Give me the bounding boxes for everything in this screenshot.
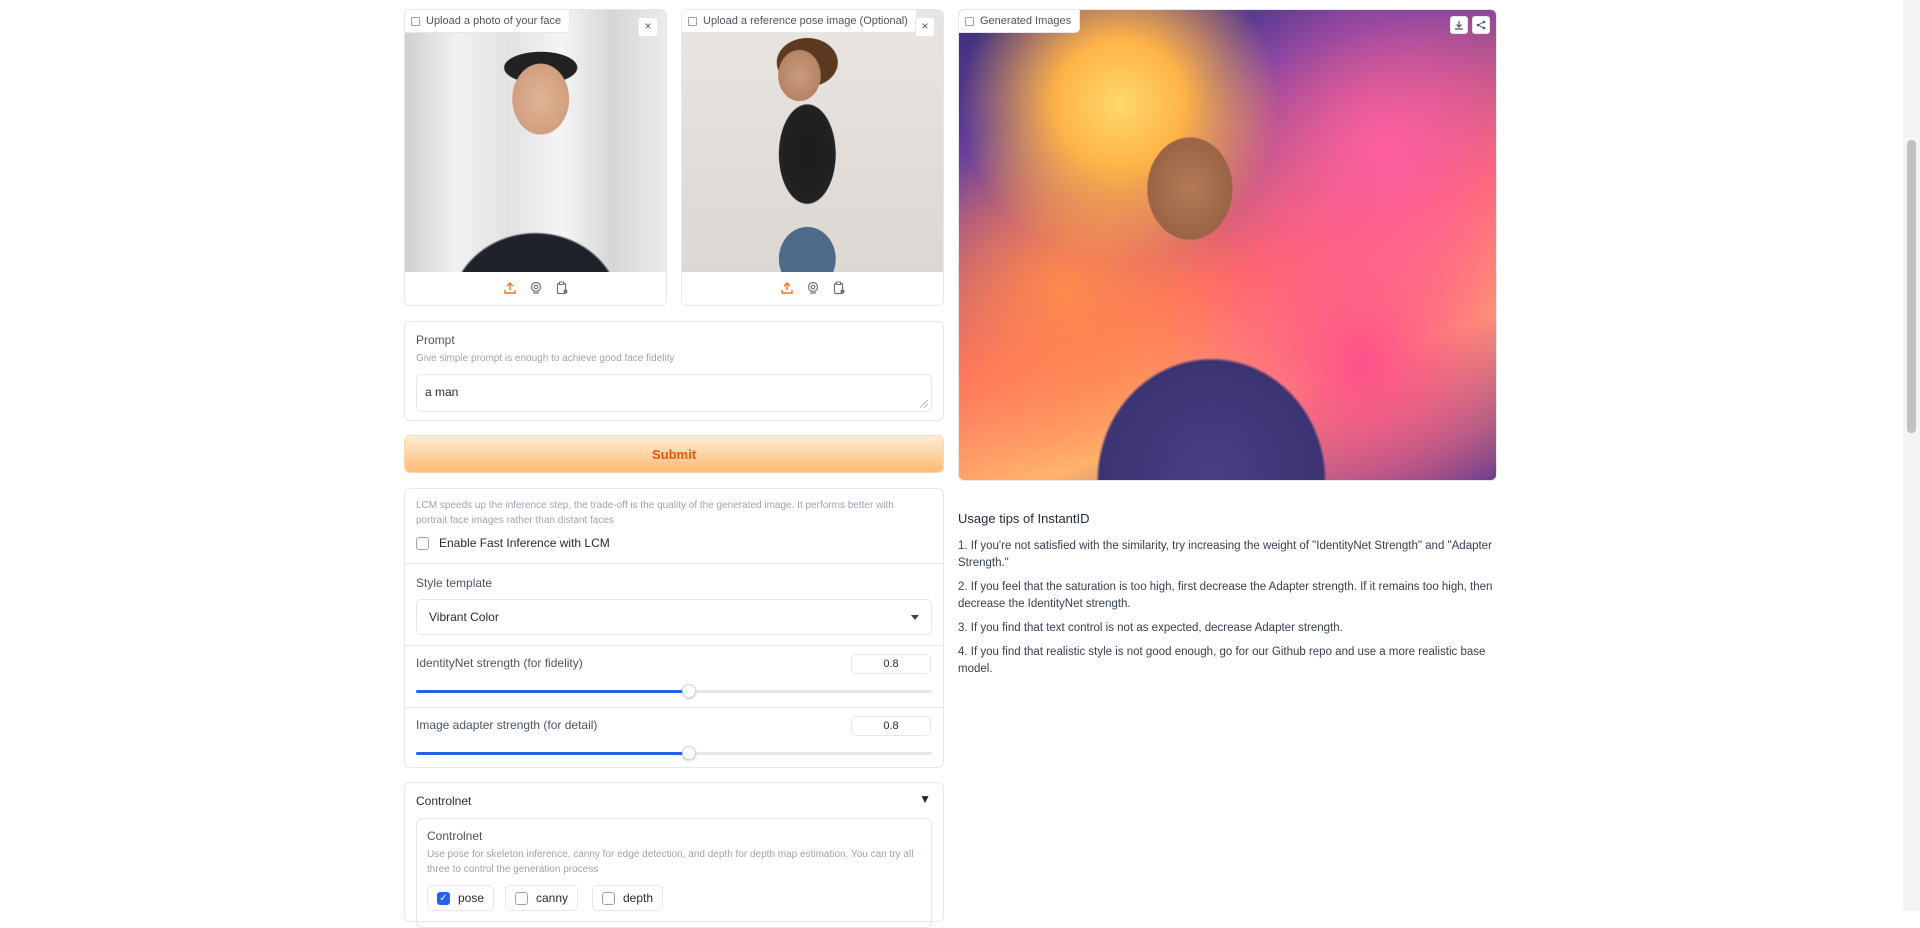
pose-photo (682, 10, 943, 272)
tip-item: 4. If you find that realistic style is n… (958, 646, 1486, 675)
upload-icon[interactable] (779, 280, 795, 296)
controlnet-option-label: depth (623, 891, 654, 905)
pose-upload-block[interactable]: Upload a reference pose image (Optional)… (681, 9, 944, 306)
webcam-icon[interactable] (805, 280, 821, 296)
controlnet-accordion: Controlnet ▼ Controlnet Use pose for ske… (404, 782, 944, 928)
face-upload-block[interactable]: Upload a photo of your face × (404, 9, 667, 306)
controlnet-header-label: Controlnet (416, 794, 472, 808)
face-upload-toolbar (405, 271, 666, 305)
identitynet-slider-fill (416, 690, 689, 693)
face-clear-button[interactable]: × (638, 17, 658, 37)
lcm-checkbox-label: Enable Fast Inference with LCM (439, 536, 610, 550)
resize-grip-icon[interactable] (920, 400, 928, 408)
controlnet-option-label: canny (536, 891, 569, 905)
identitynet-number-input[interactable]: 0.8 (851, 654, 931, 674)
chevron-down-icon (911, 614, 919, 620)
style-dropdown[interactable]: Vibrant Color (416, 599, 932, 635)
prompt-panel: Prompt Give simple prompt is enough to a… (404, 321, 944, 421)
share-icon (1476, 20, 1486, 30)
style-label: Style template (416, 576, 493, 590)
lcm-info: LCM speeds up the inference step, the tr… (416, 500, 894, 526)
divider (405, 563, 943, 564)
controlnet-accordion-header[interactable]: Controlnet ▼ (405, 783, 943, 817)
generated-image[interactable] (959, 10, 1496, 480)
controlnet-option-pose[interactable]: ✓ pose (427, 885, 495, 911)
adapter-slider-thumb[interactable] (682, 746, 696, 760)
prompt-label: Prompt (416, 333, 455, 347)
download-icon (1455, 21, 1463, 30)
page-scrollbar[interactable] (1903, 0, 1920, 911)
style-dropdown-value: Vibrant Color (429, 610, 499, 624)
adapter-number-input[interactable]: 0.8 (851, 716, 931, 736)
face-photo (405, 10, 666, 272)
image-icon (688, 16, 697, 26)
controlnet-option-depth[interactable]: depth (592, 885, 664, 911)
divider (405, 645, 943, 646)
divider (405, 707, 943, 708)
download-button[interactable] (1450, 16, 1468, 34)
share-button[interactable] (1472, 16, 1490, 34)
adapter-slider-fill (416, 752, 689, 755)
identitynet-label: IdentityNet strength (for fidelity) (416, 656, 583, 670)
submit-button[interactable]: Submit (404, 435, 944, 473)
pose-upload-label: Upload a reference pose image (Optional) (703, 15, 908, 27)
settings-panel: LCM speeds up the inference step, the tr… (404, 488, 944, 768)
controlnet-title: Controlnet (427, 829, 483, 843)
pose-upload-label-tag: Upload a reference pose image (Optional) (682, 10, 917, 33)
checkbox[interactable] (515, 891, 528, 905)
clipboard-icon[interactable] (831, 280, 847, 296)
checkbox[interactable] (602, 891, 615, 905)
clipboard-icon[interactable] (554, 280, 570, 296)
pose-clear-button[interactable]: × (915, 17, 935, 37)
prompt-info: Give simple prompt is enough to achieve … (416, 353, 675, 364)
generated-label-tag: Generated Images (959, 10, 1081, 33)
controlnet-option-label: pose (458, 891, 485, 905)
scrollbar-thumb[interactable] (1907, 140, 1916, 433)
tip-item: 1. If you're not satisfied with the simi… (958, 540, 1492, 569)
identitynet-slider-thumb[interactable] (682, 684, 696, 698)
usage-tips: Usage tips of InstantID 1. If you're not… (958, 511, 1498, 678)
lcm-checkbox-row[interactable]: Enable Fast Inference with LCM (416, 536, 610, 550)
controlnet-inner-block: Controlnet Use pose for skeleton inferen… (416, 818, 932, 928)
check-icon[interactable]: ✓ (437, 891, 450, 905)
face-upload-label: Upload a photo of your face (426, 15, 562, 27)
tip-item: 3. If you find that text control is not … (958, 622, 1343, 634)
prompt-value: a man (425, 385, 459, 399)
tips-title: Usage tips of InstantID (958, 511, 1090, 526)
adapter-label: Image adapter strength (for detail) (416, 718, 598, 732)
image-icon (965, 16, 974, 26)
webcam-icon[interactable] (528, 280, 544, 296)
generated-image-block: Generated Images (958, 9, 1497, 481)
generated-label: Generated Images (980, 15, 1072, 27)
pose-upload-toolbar (682, 271, 943, 305)
controlnet-option-canny[interactable]: canny (505, 885, 579, 911)
lcm-checkbox[interactable] (416, 536, 429, 550)
triangle-down-icon[interactable]: ▼ (919, 792, 931, 806)
image-icon (411, 16, 420, 26)
controlnet-info: Use pose for skeleton inference, canny f… (427, 849, 914, 875)
upload-icon[interactable] (502, 280, 518, 296)
face-upload-label-tag: Upload a photo of your face (405, 10, 571, 33)
tip-item: 2. If you feel that the saturation is to… (958, 581, 1493, 610)
prompt-input[interactable]: a man (416, 374, 932, 412)
